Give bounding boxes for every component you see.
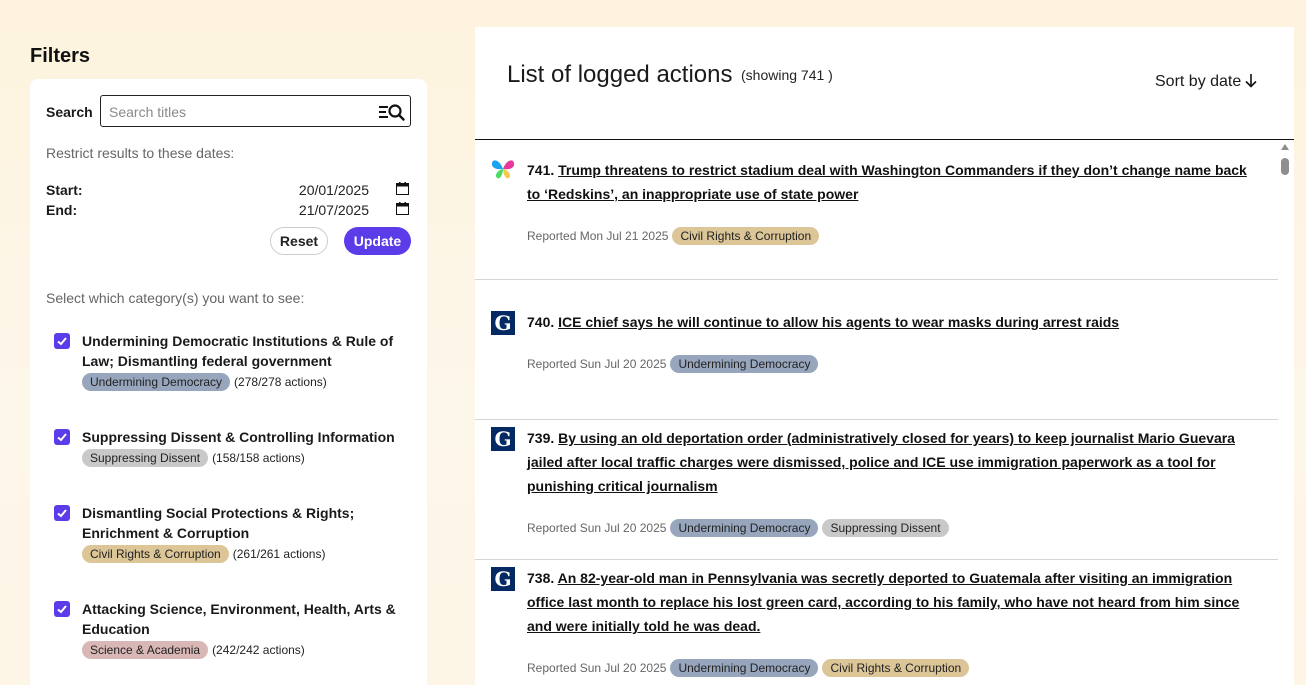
end-date-row: End: 21/07/2025 <box>46 201 411 219</box>
arrow-down-icon <box>1245 74 1257 88</box>
category-count: (278/278 actions) <box>234 375 327 389</box>
search-icon[interactable] <box>378 102 406 122</box>
panel-header: List of logged actions (showing 741 ) So… <box>475 27 1294 140</box>
guardian-icon: G <box>491 427 515 451</box>
entry-meta: Reported Sun Jul 20 2025 Undermining Demo… <box>527 355 819 373</box>
category-tagline: Undermining Democracy (278/278 actions) <box>82 373 327 391</box>
category-tagline: Civil Rights & Corruption (261/261 action… <box>82 545 325 563</box>
entry-link[interactable]: By using an old deportation order (admin… <box>527 430 1235 494</box>
sort-label: Sort by date <box>1155 73 1242 90</box>
category-checkbox[interactable] <box>54 505 70 521</box>
checkmark-icon <box>57 433 67 442</box>
category-count: (261/261 actions) <box>232 547 326 561</box>
category-item: Dismantling Social Protections & Rights;… <box>54 503 404 563</box>
entry-reported-date: Reported Sun Jul 20 2025 <box>527 521 667 535</box>
entry-number: 739. <box>527 430 555 446</box>
entry-headline: 740. ICE chief says he will continue to … <box>527 310 1257 334</box>
start-date-label: Start: <box>46 182 83 198</box>
category-tag: Undermining Democracy <box>82 373 231 391</box>
entry-tag: Undermining Democracy <box>670 355 819 373</box>
category-name[interactable]: Undermining Democratic Institutions & Ru… <box>82 331 402 371</box>
sort-by-date-button[interactable]: Sort by date <box>1155 73 1257 91</box>
category-item: Attacking Science, Environment, Health, … <box>54 599 404 659</box>
category-name[interactable]: Suppressing Dissent & Controlling Inform… <box>82 427 402 447</box>
entry-tag: Undermining Democracy <box>670 519 819 537</box>
entry-reported-date: Reported Sun Jul 20 2025 <box>527 357 667 371</box>
checkmark-icon <box>57 605 67 614</box>
entry-reported-date: Reported Sun Jul 20 2025 <box>527 661 667 675</box>
reset-button[interactable]: Reset <box>270 227 328 255</box>
guardian-icon: G <box>491 311 515 335</box>
checkmark-icon <box>57 509 67 518</box>
search-box[interactable] <box>100 95 411 127</box>
category-tag: Suppressing Dissent <box>82 449 209 467</box>
calendar-icon[interactable] <box>396 202 409 215</box>
entry-headline: 738. An 82-year-old man in Pennsylvania … <box>527 566 1257 638</box>
start-date-row: Start: 20/01/2025 <box>46 181 411 199</box>
butterfly-icon <box>491 160 515 179</box>
actions-panel: List of logged actions (showing 741 ) So… <box>475 27 1294 685</box>
list-title: List of logged actions <box>507 61 733 88</box>
entry-meta: Reported Sun Jul 20 2025 Undermining Demo… <box>527 659 970 677</box>
category-name[interactable]: Dismantling Social Protections & Rights;… <box>82 503 402 543</box>
action-entry: G 739. By using an old deportation order… <box>475 420 1278 560</box>
category-tagline: Science & Academia (242/242 actions) <box>82 641 305 659</box>
search-row: Search <box>46 95 411 127</box>
entry-number: 741. <box>527 162 555 178</box>
category-count: (158/158 actions) <box>212 451 305 465</box>
category-name[interactable]: Attacking Science, Environment, Health, … <box>82 599 402 639</box>
entry-headline: 741. Trump threatens to restrict stadium… <box>527 158 1257 206</box>
category-item: Suppressing Dissent & Controlling Inform… <box>54 427 404 467</box>
calendar-icon[interactable] <box>396 182 409 195</box>
list-count: (showing 741 ) <box>741 67 833 83</box>
entry-reported-date: Reported Mon Jul 21 2025 <box>527 229 669 243</box>
category-count: (242/242 actions) <box>212 643 305 657</box>
scrollbar-thumb[interactable] <box>1281 158 1289 175</box>
entry-link[interactable]: ICE chief says he will continue to allow… <box>558 314 1119 330</box>
end-date-input[interactable]: 21/07/2025 <box>299 202 369 218</box>
category-tagline: Suppressing Dissent (158/158 actions) <box>82 449 305 467</box>
search-input[interactable] <box>109 102 369 122</box>
entry-meta: Reported Mon Jul 21 2025 Civil Rights & C… <box>527 227 820 245</box>
filters-card: Search Restrict results to these dates: … <box>30 79 427 685</box>
entry-link[interactable]: An 82-year-old man in Pennsylvania was s… <box>527 570 1239 634</box>
category-tag: Civil Rights & Corruption <box>82 545 229 563</box>
end-date-label: End: <box>46 202 78 218</box>
guardian-icon: G <box>491 567 515 591</box>
entry-meta: Reported Sun Jul 20 2025 Undermining Demo… <box>527 519 949 537</box>
start-date-input[interactable]: 20/01/2025 <box>299 182 369 198</box>
category-tag: Science & Academia <box>82 641 209 659</box>
action-entry: G 738. An 82-year-old man in Pennsylvani… <box>475 560 1278 685</box>
entry-number: 738. <box>527 570 555 586</box>
scroll-up-arrow-icon[interactable] <box>1281 144 1289 150</box>
filters-title: Filters <box>30 45 91 67</box>
action-entry: 741. Trump threatens to restrict stadium… <box>475 141 1278 280</box>
entry-tag: Undermining Democracy <box>670 659 819 677</box>
action-entry: G 740. ICE chief says he will continue t… <box>475 280 1278 420</box>
entry-link[interactable]: Trump threatens to restrict stadium deal… <box>527 162 1247 202</box>
category-item: Undermining Democratic Institutions & Ru… <box>54 331 404 391</box>
entry-tag: Civil Rights & Corruption <box>672 227 820 245</box>
entry-tag: Suppressing Dissent <box>822 519 949 537</box>
dates-hint: Restrict results to these dates: <box>46 145 235 161</box>
entry-number: 740. <box>527 314 555 330</box>
category-checkbox[interactable] <box>54 429 70 445</box>
update-button[interactable]: Update <box>344 227 411 255</box>
search-label: Search <box>46 104 93 120</box>
categories-hint: Select which category(s) you want to see… <box>46 290 305 306</box>
entry-tag: Civil Rights & Corruption <box>822 659 970 677</box>
category-checkbox[interactable] <box>54 333 70 349</box>
category-checkbox[interactable] <box>54 601 70 617</box>
entry-headline: 739. By using an old deportation order (… <box>527 426 1257 498</box>
checkmark-icon <box>57 337 67 346</box>
